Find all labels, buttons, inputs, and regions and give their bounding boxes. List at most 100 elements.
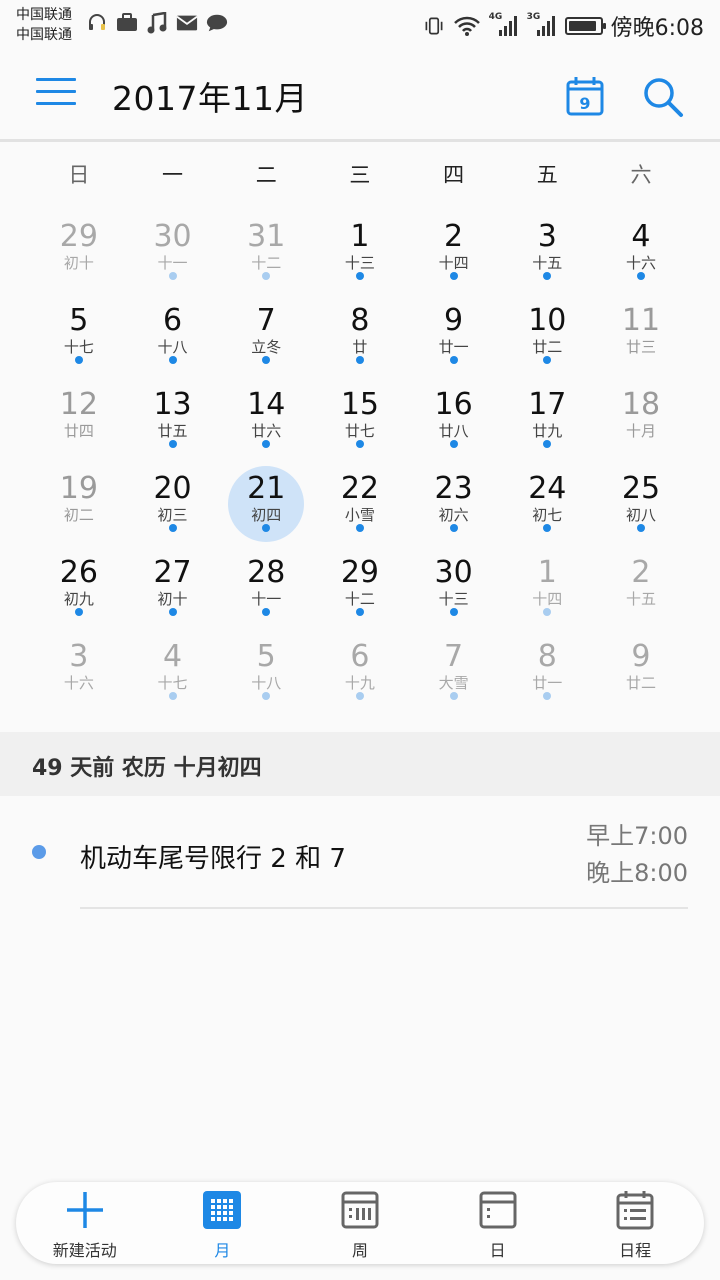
day-cell[interactable]: 1 十三 [313,212,407,296]
day-cell[interactable]: 3 十五 [500,212,594,296]
lunar-date: 十一 [251,590,282,608]
lunar-date: 廿二 [625,674,656,692]
lunar-date: 十八 [157,338,188,356]
nav-week[interactable]: 周 [291,1182,429,1264]
day-cell[interactable]: 9 廿一 [407,296,501,380]
weekday-label: 日 [68,163,90,187]
lunar-date: 十三 [344,254,375,272]
lunar-date: 十二 [344,590,375,608]
nav-label-week: 周 [351,1241,368,1260]
day-cell[interactable]: 23 初六 [407,464,501,548]
nav-new-event[interactable]: 新建活动 [16,1182,154,1264]
lunar-date: 十四 [532,590,563,608]
hamburger-icon [36,78,76,81]
day-cell[interactable]: 22 小雪 [313,464,407,548]
lunar-date: 初十 [63,254,94,272]
day-cell[interactable]: 13 廿五 [126,380,220,464]
day-cell[interactable]: 20 初三 [126,464,220,548]
nav-label-agenda: 日程 [619,1241,652,1260]
day-cell[interactable]: 6 十八 [126,296,220,380]
day-cell[interactable]: 11 廿三 [594,296,688,380]
day-cell[interactable]: 26 初九 [32,548,126,632]
day-cell[interactable]: 14 廿六 [219,380,313,464]
weekday-label: 六 [630,163,652,187]
lunar-date: 十四 [438,254,469,272]
search-button[interactable] [642,76,684,118]
month-title[interactable]: 2017年11月 [112,72,308,120]
day-number: 1 [350,219,370,254]
mail-icon [176,12,198,34]
day-number: 17 [528,387,567,422]
day-cell[interactable]: 8 廿一 [500,632,594,716]
day-cell[interactable]: 29 初十 [32,212,126,296]
event-indicator-dot [74,608,83,616]
lunar-date: 廿五 [157,422,188,440]
day-cell[interactable]: 5 十八 [219,632,313,716]
day-number: 5 [256,639,276,674]
app-bar: 2017年11月 9 [0,50,720,142]
day-number: 30 [153,219,192,254]
day-cell[interactable]: 25 初八 [594,464,688,548]
day-number: 6 [162,303,183,338]
day-cell[interactable]: 30 十三 [407,548,501,632]
day-cell[interactable]: 6 十九 [313,632,407,716]
day-cell[interactable]: 29 十二 [313,548,407,632]
svg-text:9: 9 [579,94,590,113]
lunar-date: 廿 [352,338,368,356]
week-view-icon [340,1190,380,1230]
day-number: 5 [69,303,89,338]
day-cell[interactable]: 30 十一 [126,212,220,296]
day-view-icon [478,1190,518,1230]
day-cell[interactable]: 28 十一 [219,548,313,632]
event-indicator-dot [168,692,177,700]
weekday-label: 二 [255,163,277,187]
day-number: 4 [162,639,183,674]
day-cell[interactable]: 27 初十 [126,548,220,632]
day-number: 21 [247,471,286,506]
event-indicator-dot [543,692,552,700]
day-cell[interactable]: 31 十二 [219,212,313,296]
day-cell-selected[interactable]: 21 初四 [219,464,313,548]
day-number: 15 [340,387,379,422]
day-cell[interactable]: 2 十四 [407,212,501,296]
day-cell[interactable]: 2 十五 [594,548,688,632]
day-cell[interactable]: 10 廿二 [500,296,594,380]
day-cell[interactable]: 1 十四 [500,548,594,632]
day-cell[interactable]: 4 十六 [594,212,688,296]
day-cell[interactable]: 7 大雪 [407,632,501,716]
day-cell[interactable]: 19 初二 [32,464,126,548]
day-cell[interactable]: 3 十六 [32,632,126,716]
event-indicator-dot [449,524,458,532]
today-button[interactable]: 9 [566,76,604,116]
menu-button[interactable] [36,78,76,114]
event-indicator-dot [449,608,458,616]
day-number: 31 [247,219,286,254]
day-cell[interactable]: 8廿 [313,296,407,380]
event-indicator-dot [449,692,458,700]
nav-month[interactable]: 月 [154,1182,292,1264]
event-indicator-dot [543,608,552,616]
day-cell[interactable]: 18 十月 [594,380,688,464]
weekday-label: 三 [349,163,371,187]
lunar-date: 廿一 [532,674,563,692]
day-cell[interactable]: 5 十七 [32,296,126,380]
day-cell[interactable]: 16 廿八 [407,380,501,464]
day-cell[interactable]: 17 廿九 [500,380,594,464]
day-cell[interactable]: 7 立冬 [219,296,313,380]
battery-icon [564,17,606,35]
nav-day[interactable]: 日 [429,1182,567,1264]
event-item[interactable]: 机动车尾号限行 2 和 7 早上7:00 晚上8:00 [0,796,720,908]
event-indicator-dot [543,272,552,280]
lunar-date: 十七 [63,338,94,356]
day-cell[interactable]: 24 初七 [500,464,594,548]
lunar-date: 初二 [63,506,94,524]
event-indicator-dot [543,524,552,532]
day-cell[interactable]: 4 十七 [126,632,220,716]
nav-agenda[interactable]: 日程 [566,1182,704,1264]
day-cell[interactable]: 15 廿七 [313,380,407,464]
event-indicator-dot [74,356,83,364]
selected-date-info: 49 天前 农历 十月初四 [0,732,720,796]
date-summary: 49 天前 农历 十月初四 [32,756,262,781]
day-cell[interactable]: 12 廿四 [32,380,126,464]
day-cell[interactable]: 9 廿二 [594,632,688,716]
